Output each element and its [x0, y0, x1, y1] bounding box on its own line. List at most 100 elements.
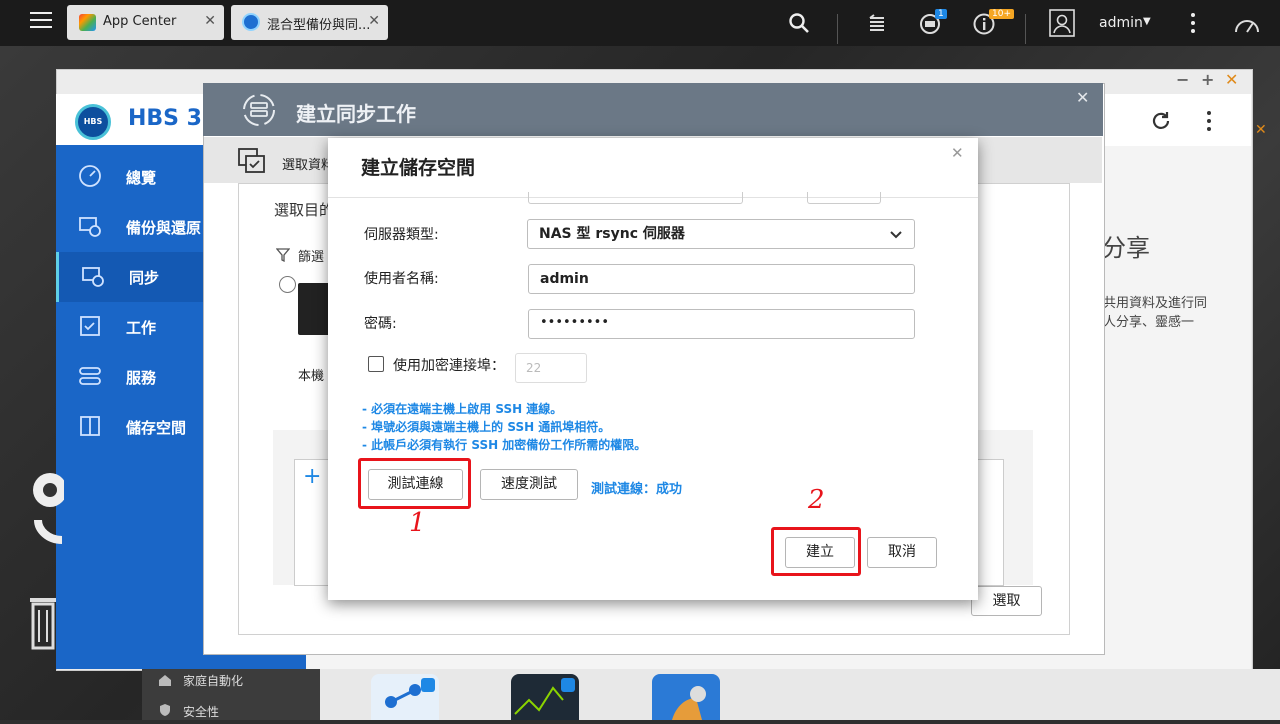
annotation-number: 2: [808, 485, 825, 515]
storage-icon: [80, 416, 100, 436]
task-badge: 1: [935, 9, 947, 19]
highlight-box-1: [358, 458, 471, 509]
server-type-select[interactable]: NAS 型 rsync 伺服器: [527, 219, 915, 249]
sidebar-item-label: 同步: [129, 269, 160, 287]
bottom-list-item[interactable]: 家庭自動化: [183, 672, 243, 689]
shield-icon: [158, 702, 172, 716]
sync-icon: [82, 267, 104, 287]
section-title: 選取目的: [274, 201, 335, 219]
step-icon: [238, 148, 268, 174]
hbs-icon: [242, 13, 260, 31]
sidebar-item-storage-spaces[interactable]: 儲存空間: [56, 402, 203, 452]
dialog-close-icon[interactable]: ✕: [951, 144, 964, 162]
feature-heading: 分享: [1102, 234, 1150, 262]
minimize-icon[interactable]: −: [1176, 70, 1189, 89]
feature-text: 人分享、靈感一: [1103, 315, 1195, 330]
create-button-label: 建立: [806, 544, 834, 560]
app-name: HBS 3: [128, 106, 202, 131]
hamburger-menu-icon[interactable]: [30, 10, 52, 30]
outer-close-icon[interactable]: ✕: [1255, 122, 1267, 138]
close-icon[interactable]: ✕: [1225, 70, 1238, 89]
nas-device-icon: [298, 283, 330, 335]
local-label: 本機: [298, 369, 325, 384]
speed-test-button[interactable]: 速度測試: [480, 469, 578, 500]
create-button[interactable]: 建立: [785, 537, 855, 568]
sync-window-close-icon[interactable]: ✕: [1076, 88, 1089, 107]
cancel-button[interactable]: 取消: [867, 537, 937, 568]
sidebar-item-services[interactable]: 服務: [56, 352, 203, 402]
chevron-down-icon: [890, 231, 902, 239]
hbs-logo-icon: HBS: [75, 104, 111, 140]
annotation-number: 1: [409, 508, 426, 538]
encrypted-port-checkbox[interactable]: [368, 356, 384, 372]
more-options-icon[interactable]: [1190, 13, 1196, 35]
tab-hbs[interactable]: 混合型備份與同... ✕: [231, 5, 388, 40]
username-input[interactable]: admin: [528, 264, 915, 294]
clipped-field: [528, 192, 743, 204]
select-button-label: 選取: [992, 593, 1021, 609]
filter-icon[interactable]: [275, 247, 291, 263]
tab-label: 混合型備份與同...: [267, 18, 371, 33]
feature-text: 共用資料及進行同: [1103, 296, 1208, 311]
app-icon-settings[interactable]: [652, 674, 720, 720]
speed-test-label: 速度測試: [501, 476, 557, 492]
search-icon[interactable]: [788, 12, 810, 34]
sidebar-item-jobs[interactable]: 工作: [56, 302, 203, 352]
test-result-text: 測試連線：成功: [591, 482, 683, 497]
app-icon-monitor[interactable]: [511, 674, 579, 720]
username-label: 使用者名稱:: [364, 271, 439, 287]
user-icon[interactable]: [1049, 9, 1075, 37]
port-input[interactable]: 22: [515, 353, 587, 383]
encrypted-port-label: 使用加密連接埠：: [393, 358, 505, 374]
sync-job-icon: [240, 92, 278, 128]
sidebar-item-label: 服務: [126, 369, 157, 387]
clipped-field: [807, 192, 881, 204]
note-line: - 埠號必須與遠端主機上的 SSH 通訊埠相符。: [362, 420, 611, 434]
notification-badge: 10+: [989, 9, 1014, 19]
local-radio[interactable]: [279, 276, 296, 293]
password-label: 密碼:: [364, 316, 397, 332]
bottom-app-strip: [306, 669, 1280, 720]
tab-app-center[interactable]: App Center ✕: [67, 5, 224, 40]
refresh-icon[interactable]: [1150, 110, 1172, 132]
sidebar-item-label: 備份與還原: [126, 219, 202, 237]
username-label[interactable]: admin: [1099, 15, 1143, 31]
dialog-title: 建立儲存空間: [361, 157, 476, 179]
server-type-value: NAS 型 rsync 伺服器: [539, 226, 685, 242]
tab-close-icon[interactable]: ✕: [204, 13, 216, 29]
app-icon-network[interactable]: [371, 674, 439, 720]
sidebar-item-backup-restore[interactable]: 備份與還原: [56, 202, 203, 252]
sidebar-item-sync[interactable]: 同步: [56, 252, 203, 302]
app-center-icon: [79, 14, 96, 31]
notification-icon[interactable]: 10+: [972, 9, 1014, 36]
dashboard-icon[interactable]: [1233, 12, 1261, 36]
sidebar-item-label: 總覽: [126, 169, 157, 187]
divider: [837, 14, 838, 44]
dashboard-icon: [79, 165, 101, 187]
tab-close-icon[interactable]: ✕: [368, 13, 380, 29]
more-options-icon[interactable]: [1207, 111, 1212, 131]
add-icon[interactable]: +: [303, 464, 321, 489]
services-icon: [79, 367, 101, 385]
trash-icon[interactable]: [28, 592, 58, 650]
background-task-icon[interactable]: 1: [918, 9, 947, 36]
cancel-button-label: 取消: [888, 544, 916, 560]
top-bar: App Center ✕ 混合型備份與同... ✕ 1 10+ admin ▼: [0, 0, 1280, 46]
port-value: 22: [526, 361, 542, 375]
bottom-list-item[interactable]: 安全性: [183, 703, 219, 720]
home-icon: [158, 672, 172, 686]
password-input[interactable]: •••••••••: [528, 309, 915, 339]
maximize-icon[interactable]: +: [1201, 70, 1214, 89]
note-line: - 必須在遠端主機上啟用 SSH 連線。: [362, 402, 563, 416]
chevron-down-icon[interactable]: ▼: [1143, 16, 1151, 27]
password-value: •••••••••: [540, 315, 610, 330]
filter-label[interactable]: 篩選: [298, 246, 324, 265]
select-button[interactable]: 選取: [971, 586, 1042, 616]
username-value: admin: [540, 271, 589, 287]
note-line: - 此帳戶必須有執行 SSH 加密備份工作所需的權限。: [362, 438, 647, 452]
sync-window-title: 建立同步工作: [296, 102, 416, 126]
robot-icon[interactable]: [28, 465, 67, 555]
stack-icon[interactable]: [866, 12, 888, 34]
step-label: 選取資料: [282, 158, 335, 173]
sidebar-item-overview[interactable]: 總覽: [56, 152, 203, 202]
